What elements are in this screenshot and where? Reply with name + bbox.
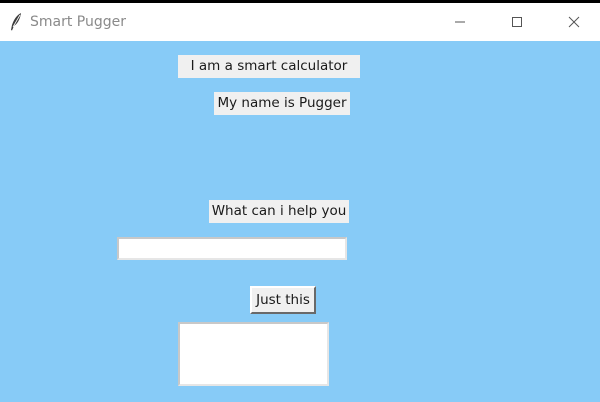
title-bar[interactable]: Smart Pugger [0,3,600,41]
heading-label: I am a smart calculator [178,55,360,78]
minimize-icon [454,13,466,32]
maximize-button[interactable] [494,3,540,41]
name-label: My name is Pugger [214,92,350,115]
output-text-box[interactable] [178,322,329,386]
prompt-label: What can i help you [209,200,349,223]
minimize-button[interactable] [437,3,483,41]
close-icon [568,13,580,32]
app-window: Smart Pugger I am a smart calculator My … [0,3,600,402]
just-this-button[interactable]: Just this [250,286,316,314]
close-button[interactable] [551,3,597,41]
maximize-icon [511,13,523,32]
feather-icon [8,12,24,32]
client-area: I am a smart calculator My name is Pugge… [0,41,600,402]
query-input[interactable] [117,237,347,260]
window-title: Smart Pugger [30,14,127,30]
